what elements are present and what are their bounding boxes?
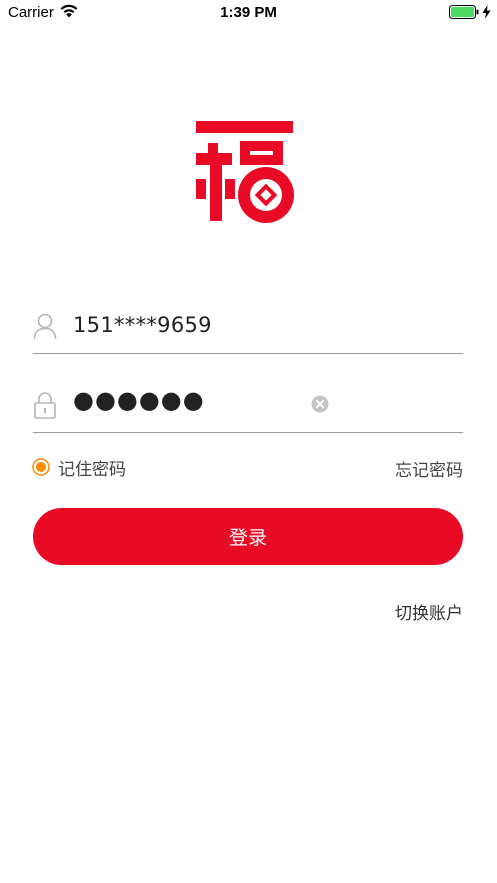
password-field[interactable]: ●●●●●● [33, 384, 463, 433]
user-icon [33, 313, 57, 340]
radio-checked-icon[interactable] [32, 458, 50, 476]
switch-account-link[interactable]: 切换账户 [395, 599, 463, 624]
status-time: 1:39 PM [220, 4, 277, 21]
remember-password-option[interactable]: 记住密码 [32, 455, 126, 480]
forgot-password-link[interactable]: 忘记密码 [395, 456, 463, 481]
status-bar: Carrier 1:39 PM [0, 0, 497, 26]
charging-bolt-icon [482, 5, 491, 19]
password-input[interactable]: ●●●●●● [73, 386, 205, 414]
remember-password-label: 记住密码 [58, 459, 126, 480]
battery-full-icon [449, 5, 479, 19]
lock-icon [34, 392, 56, 419]
phone-input[interactable]: 151****9659 [73, 313, 212, 337]
login-button[interactable]: 登录 [33, 508, 463, 565]
phone-field[interactable]: 151****9659 [33, 305, 463, 354]
clear-icon[interactable] [311, 395, 329, 413]
fu-character-logo [196, 121, 294, 223]
